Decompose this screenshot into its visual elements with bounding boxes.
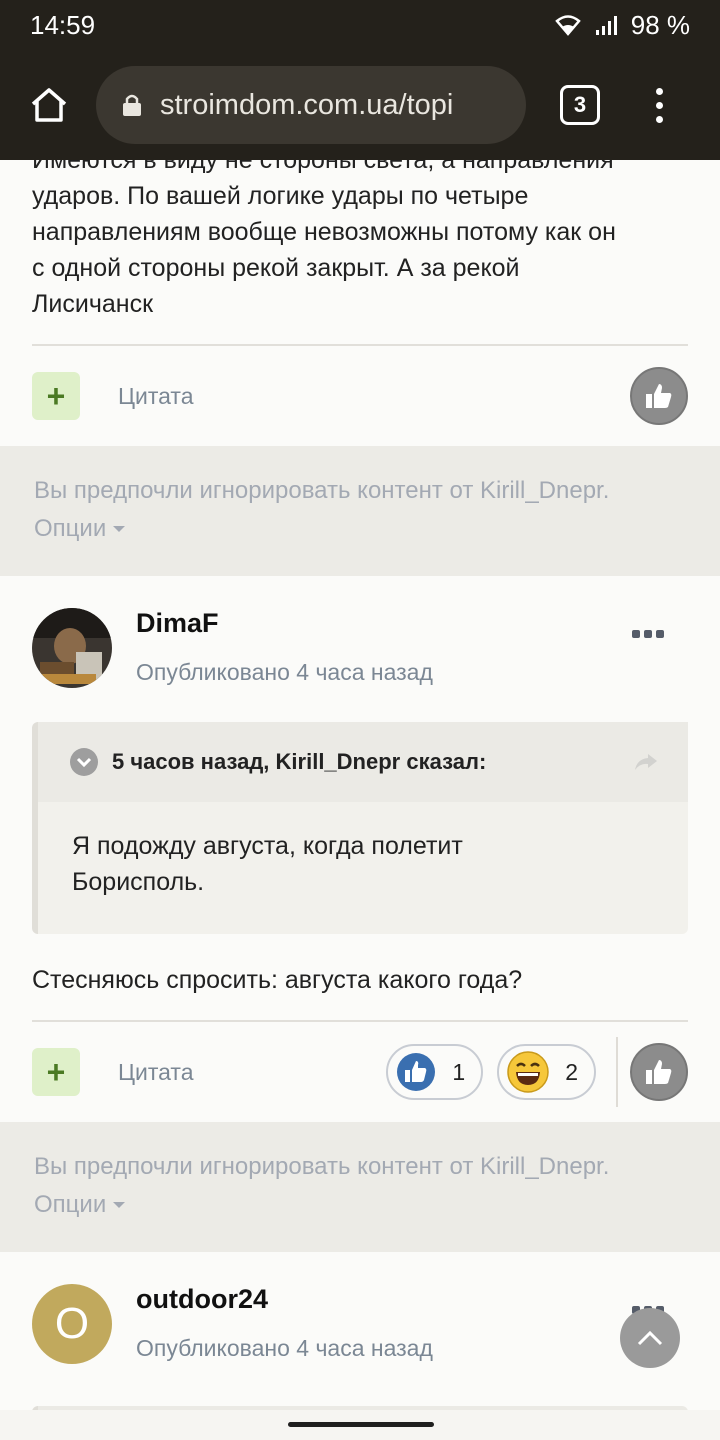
home-gesture-handle[interactable]	[288, 1422, 434, 1427]
post-previous: Имеются в виду не стороны света, а напра…	[0, 160, 720, 446]
post-author-row: O outdoor24 Опубликовано 4 часа назад	[32, 1252, 688, 1398]
author-name[interactable]: DimaF	[136, 608, 632, 639]
quote-header[interactable]: 5 часов назад, Kirill_Dnepr сказал:	[38, 722, 688, 802]
multiquote-button[interactable]: +	[32, 1048, 80, 1096]
avatar[interactable]: O	[32, 1284, 112, 1364]
post-dimaf: DimaF Опубликовано 4 часа назад 5 часов …	[0, 576, 720, 1122]
post-date: Опубликовано 4 часа назад	[136, 659, 433, 685]
status-time: 14:59	[30, 9, 96, 40]
quote-button[interactable]: Цитата	[118, 383, 194, 410]
more-dot	[644, 630, 652, 638]
options-label: Опции	[34, 515, 107, 542]
page-content: Имеются в виду не стороны света, а напра…	[0, 160, 720, 1410]
reaction-like[interactable]: 1	[386, 1044, 484, 1100]
home-button[interactable]	[24, 80, 74, 130]
reaction-haha[interactable]: 2	[497, 1044, 596, 1100]
share-arrow-icon[interactable]	[634, 752, 658, 772]
avatar[interactable]	[32, 608, 112, 688]
thumbs-up-reaction-icon	[397, 1053, 436, 1091]
menu-dot	[656, 87, 663, 95]
post-more-button[interactable]	[632, 630, 664, 722]
wifi-icon	[554, 15, 581, 36]
caret-down-icon	[113, 526, 126, 532]
post-author-row: DimaF Опубликовано 4 часа назад	[32, 576, 688, 722]
signal-icon	[595, 16, 617, 35]
post-outdoor24: O outdoor24 Опубликовано 4 часа назад	[0, 1252, 720, 1410]
status-bar: 14:59 98 %	[0, 0, 720, 50]
multiquote-button[interactable]: +	[32, 372, 80, 420]
browser-menu-button[interactable]	[656, 87, 663, 123]
menu-dot	[656, 101, 663, 109]
post-line: ударов. По вашей логике удары по четыре	[32, 182, 529, 210]
reaction-count: 1	[452, 1058, 466, 1085]
quote-body: Я подожду августа, когда полетит Бориспо…	[38, 802, 688, 934]
post-text: Стесняюсь спросить: августа какого года?	[32, 966, 523, 994]
address-bar[interactable]: stroimdom.com.ua/topi	[96, 66, 526, 144]
more-dot	[656, 630, 664, 638]
tab-count: 3	[573, 92, 587, 117]
chevron-up-icon	[637, 1330, 663, 1346]
options-label: Опции	[34, 1191, 107, 1218]
menu-dot	[656, 115, 663, 123]
post-line: Лисичанск	[32, 290, 154, 318]
post-actions: + Цитата	[32, 346, 688, 446]
ignored-notice: Вы предпочли игнорировать контент от Kir…	[0, 446, 720, 576]
react-button[interactable]	[630, 1043, 688, 1101]
caret-down-icon	[113, 1202, 126, 1208]
quote-block: 5 часов назад, Kirill_Dnepr сказал: Я по…	[32, 722, 688, 934]
url-text: stroimdom.com.ua/topi	[160, 88, 454, 121]
quote-line: Я подожду августа, когда полетит	[72, 832, 463, 860]
battery-level: 98 %	[630, 9, 690, 40]
thumbs-up-icon	[646, 1060, 672, 1084]
more-dot	[632, 630, 640, 638]
ignored-text: Вы предпочли игнорировать контент от Kir…	[34, 1153, 610, 1180]
browser-toolbar: stroimdom.com.ua/topi 3	[0, 50, 720, 160]
lock-icon	[123, 94, 141, 116]
laughing-face-reaction-icon	[507, 1051, 549, 1093]
scroll-to-top-button[interactable]	[620, 1308, 680, 1368]
reaction-count: 2	[565, 1058, 578, 1085]
ignored-text: Вы предпочли игнорировать контент от Kir…	[34, 477, 610, 504]
quote-citation: 5 часов назад, Kirill_Dnepr сказал:	[112, 749, 487, 774]
post-line: Имеются в виду не стороны света, а напра…	[32, 160, 614, 174]
post-date: Опубликовано 4 часа назад	[136, 1335, 433, 1361]
post-line: направлениям вообще невозможны потому ка…	[32, 218, 616, 246]
chevron-down-icon[interactable]	[70, 748, 98, 776]
ignored-notice: Вы предпочли игнорировать контент от Kir…	[0, 1122, 720, 1252]
post-actions: + Цитата 1 2	[32, 1022, 688, 1122]
quote-line: Борисполь.	[72, 868, 205, 896]
thumbs-up-icon	[646, 384, 672, 408]
post-line: с одной стороны рекой закрыт. А за рекой	[32, 254, 520, 282]
author-name[interactable]: outdoor24	[136, 1284, 632, 1315]
tabs-button[interactable]: 3	[560, 85, 600, 125]
options-dropdown[interactable]: Опции	[34, 510, 126, 548]
post-text: Имеются в виду не стороны света, а напра…	[32, 160, 688, 322]
react-button[interactable]	[630, 367, 688, 425]
separator	[616, 1037, 618, 1107]
options-dropdown[interactable]: Опции	[34, 1186, 126, 1224]
quote-button[interactable]: Цитата	[118, 1059, 194, 1086]
home-icon	[31, 88, 67, 122]
gesture-nav-bar	[0, 1410, 720, 1440]
